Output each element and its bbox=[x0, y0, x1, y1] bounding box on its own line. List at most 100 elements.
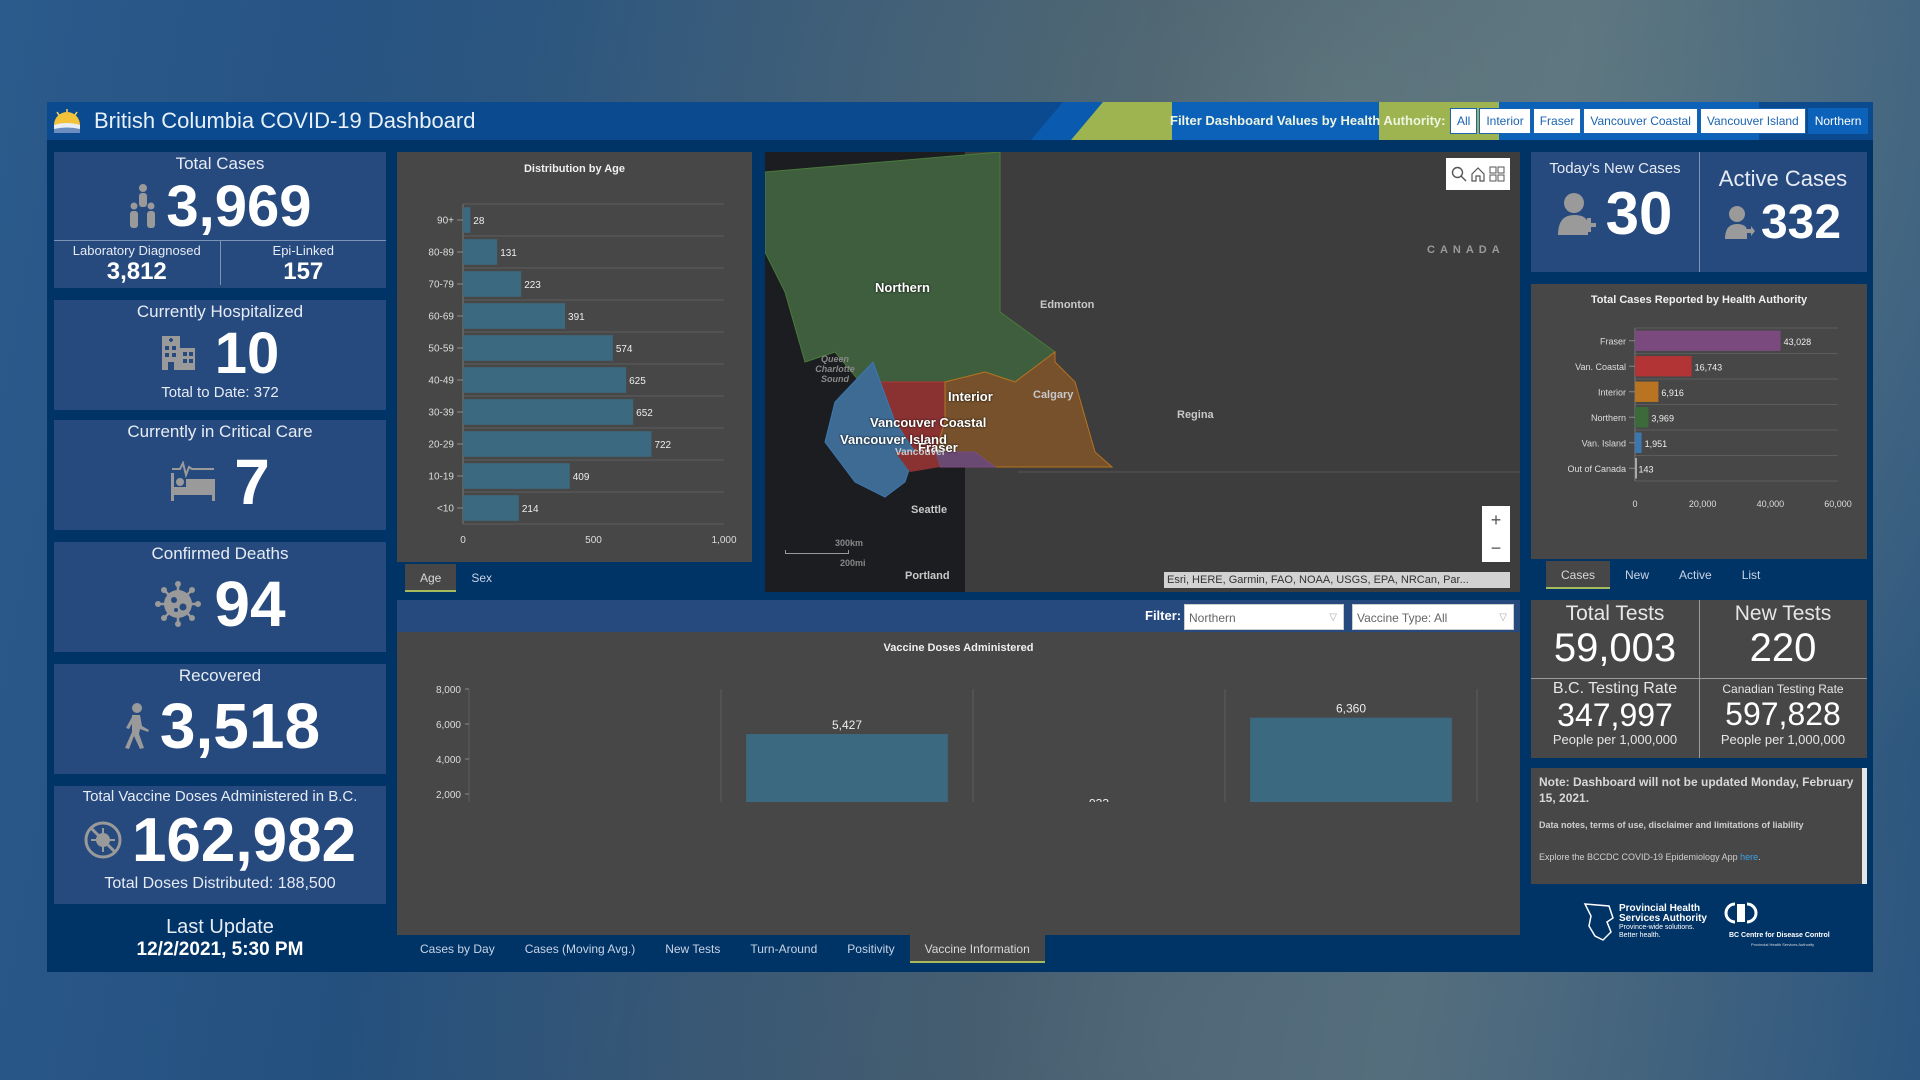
total-cases-card: Total Cases 3,969 Laboratory Diagnosed 3… bbox=[54, 152, 386, 288]
notes-panel: Note: Dashboard will not be updated Mond… bbox=[1531, 768, 1867, 884]
vaccine-region-select[interactable]: Northern ▽ bbox=[1184, 604, 1344, 630]
category-label: 80-89 bbox=[428, 248, 454, 259]
person-add-icon bbox=[1557, 193, 1596, 235]
x-tick-label: 500 bbox=[585, 535, 602, 546]
x-tick-label: 0 bbox=[1632, 499, 1637, 509]
tab-new[interactable]: New bbox=[1610, 561, 1664, 589]
active-cases-label: Active Cases bbox=[1718, 166, 1848, 191]
category-label: <10 bbox=[437, 504, 454, 515]
vaccine-panel-bottom bbox=[397, 802, 1520, 935]
epi-app-text: Explore the BCCDC COVID-19 Epidemiology … bbox=[1539, 852, 1859, 862]
map-canvas bbox=[765, 152, 1520, 592]
zoom-out-button[interactable]: − bbox=[1491, 538, 1502, 559]
total-cases-value: 3,969 bbox=[166, 173, 312, 239]
map-place-calgary: Calgary bbox=[1033, 389, 1074, 401]
epi-app-period: . bbox=[1758, 852, 1761, 862]
total-tests-label: Total Tests bbox=[1565, 602, 1665, 625]
tab-cases-by-day[interactable]: Cases by Day bbox=[405, 935, 510, 963]
data-label: 652 bbox=[636, 408, 653, 419]
critical-care-card: Currently in Critical Care 7 bbox=[54, 420, 386, 530]
tab-turn-around[interactable]: Turn-Around bbox=[735, 935, 832, 963]
vaccine-type-value: Vaccine Type: All bbox=[1357, 611, 1448, 625]
partner-logos: Provincial Health Services Authority Pro… bbox=[1531, 892, 1867, 962]
x-tick-label: 40,000 bbox=[1757, 499, 1785, 509]
person-arrow-icon bbox=[1724, 206, 1755, 239]
search-icon[interactable] bbox=[1451, 166, 1467, 182]
ha-chart-tabs: Cases New Active List bbox=[1546, 561, 1775, 589]
epi-app-link[interactable]: here bbox=[1740, 852, 1758, 862]
category-label: 60-69 bbox=[428, 312, 454, 323]
y-tick-label: 6,000 bbox=[436, 720, 461, 731]
data-label: 131 bbox=[500, 248, 517, 259]
filter-button-fraser[interactable]: Fraser bbox=[1532, 108, 1582, 134]
new-tests-label: New Tests bbox=[1734, 602, 1832, 625]
bc-map-outline-icon bbox=[1583, 903, 1614, 941]
tab-cases[interactable]: Cases bbox=[1546, 561, 1611, 589]
health-authority-map[interactable]: Northern Interior Vancouver Coastal Vanc… bbox=[765, 152, 1520, 592]
data-label: 5,427 bbox=[832, 718, 862, 732]
bccdc-sub: Provincial Health Services Authority bbox=[1751, 942, 1815, 947]
bar bbox=[463, 207, 471, 233]
filter-button-vancouver-coastal[interactable]: Vancouver Coastal bbox=[1583, 108, 1698, 134]
tab-sex[interactable]: Sex bbox=[456, 564, 507, 592]
bc-testing-rate-unit: People per 1,000,000 bbox=[1552, 732, 1678, 747]
vaccine-virus-blocked-icon bbox=[84, 821, 122, 859]
lab-diagnosed-value: 3,812 bbox=[106, 258, 167, 285]
x-tick-label: 20,000 bbox=[1689, 499, 1717, 509]
notes-update-notice: Note: Dashboard will not be updated Mond… bbox=[1539, 775, 1854, 805]
phsa-tagline-2: Better health. bbox=[1619, 932, 1661, 939]
tab-vaccine-information[interactable]: Vaccine Information bbox=[909, 935, 1045, 963]
bar bbox=[1635, 432, 1642, 453]
tab-cases-moving-avg[interactable]: Cases (Moving Avg.) bbox=[510, 935, 651, 963]
tab-new-tests[interactable]: New Tests bbox=[650, 935, 735, 963]
category-label: Northern bbox=[1591, 413, 1626, 423]
phsa-name-2: Services Authority bbox=[1619, 913, 1707, 924]
tab-list[interactable]: List bbox=[1727, 561, 1776, 589]
data-notes-link[interactable]: Data notes, terms of use, disclaimer and… bbox=[1539, 820, 1859, 830]
active-cases-value: 332 bbox=[1760, 195, 1842, 249]
basemap-gallery-icon[interactable] bbox=[1489, 166, 1505, 182]
filter-button-vancouver-island[interactable]: Vancouver Island bbox=[1699, 108, 1806, 134]
category-label: Fraser bbox=[1600, 336, 1626, 346]
category-label: Out of Canada bbox=[1567, 464, 1626, 474]
filter-button-interior[interactable]: Interior bbox=[1479, 108, 1531, 134]
bccdc-logo-icon bbox=[1724, 902, 1758, 924]
epi-app-label: Explore the BCCDC COVID-19 Epidemiology … bbox=[1539, 852, 1741, 862]
map-place-queen-charlotte: Queen Charlotte Sound bbox=[815, 354, 855, 384]
map-place-canada: CANADA bbox=[1427, 244, 1505, 256]
data-label: 409 bbox=[573, 472, 590, 483]
category-label: 50-59 bbox=[428, 344, 454, 355]
map-place-portland: Portland bbox=[905, 570, 950, 582]
tab-active[interactable]: Active bbox=[1664, 561, 1727, 589]
hospital-icon bbox=[161, 336, 195, 370]
filter-button-all[interactable]: All bbox=[1450, 108, 1478, 134]
people-group-icon bbox=[130, 184, 156, 228]
map-label-northern: Northern bbox=[875, 280, 930, 295]
bc-testing-rate-value: 347,997 bbox=[1557, 697, 1673, 733]
category-label: 90+ bbox=[437, 216, 454, 227]
last-update-value: 12/2/2021, 5:30 PM bbox=[136, 939, 304, 960]
map-place-edmonton: Edmonton bbox=[1040, 299, 1095, 311]
map-region-northern[interactable] bbox=[765, 152, 1056, 383]
zoom-in-button[interactable]: + bbox=[1491, 510, 1502, 531]
category-label: 40-49 bbox=[428, 376, 454, 387]
map-attribution[interactable]: Esri, HERE, Garmin, FAO, NOAA, USGS, EPA… bbox=[1164, 572, 1510, 588]
notes-scrollbar[interactable] bbox=[1862, 768, 1867, 884]
vaccine-type-select[interactable]: Vaccine Type: All ▽ bbox=[1352, 604, 1514, 630]
data-label: 6,916 bbox=[1661, 388, 1684, 398]
data-label: 625 bbox=[629, 376, 646, 387]
bar bbox=[1635, 356, 1692, 377]
page-title: British Columbia COVID-19 Dashboard bbox=[94, 108, 476, 133]
tab-age[interactable]: Age bbox=[405, 564, 457, 592]
testing-stats: Total Tests 59,003 New Tests 220 B.C. Te… bbox=[1531, 600, 1867, 758]
vaccine-filter-label: Filter: bbox=[1145, 608, 1182, 623]
last-update-label: Last Update bbox=[166, 916, 274, 938]
filter-button-northern[interactable]: Northern bbox=[1807, 108, 1869, 134]
category-label: Van. Island bbox=[1582, 438, 1626, 448]
home-icon[interactable] bbox=[1470, 166, 1486, 182]
tab-positivity[interactable]: Positivity bbox=[832, 935, 909, 963]
vaccine-total-value: 162,982 bbox=[131, 805, 357, 875]
new-tests-value: 220 bbox=[1749, 626, 1817, 670]
new-cases-value: 30 bbox=[1605, 179, 1673, 247]
bccdc-name: BC Centre for Disease Control bbox=[1729, 932, 1830, 939]
